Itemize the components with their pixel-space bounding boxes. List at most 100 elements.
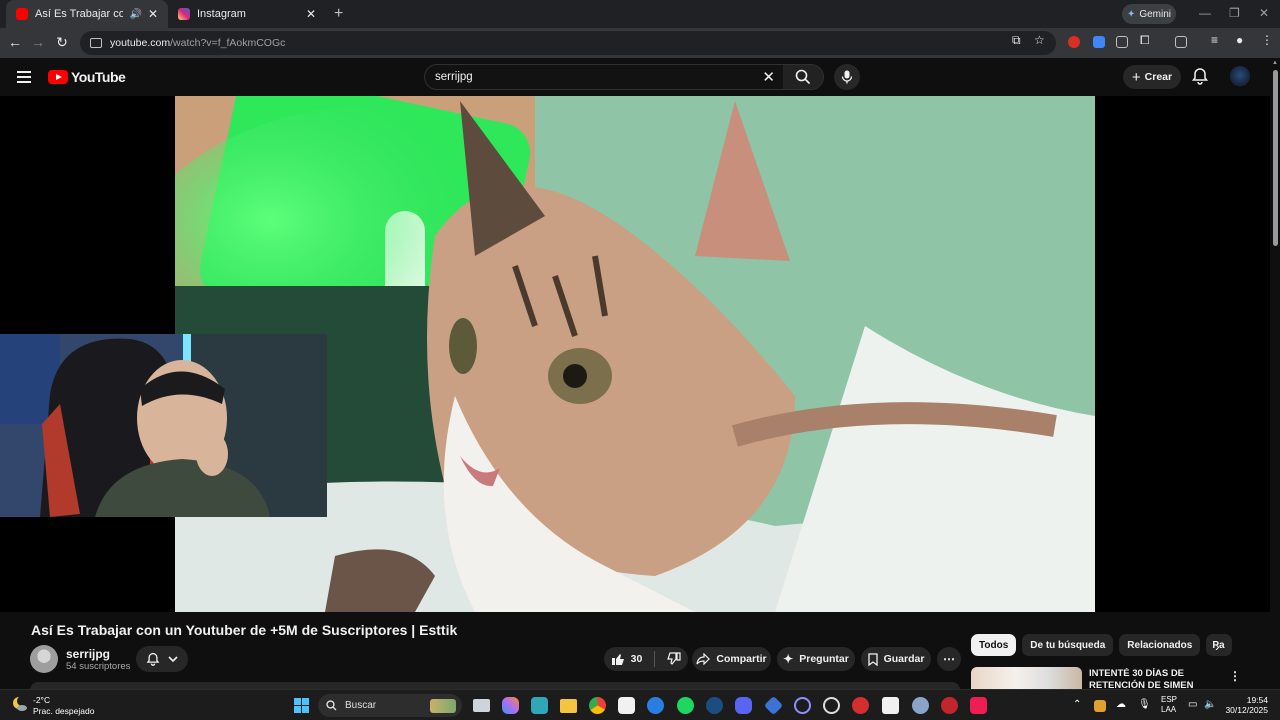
address-bar[interactable]: youtube.com/watch?v=f_fAokmCOGc xyxy=(80,31,1056,55)
menu-icon[interactable] xyxy=(17,71,31,83)
voice-search-button[interactable] xyxy=(834,64,860,90)
app-red-circle-icon[interactable] xyxy=(852,697,869,714)
app-blue-icon[interactable] xyxy=(647,697,664,714)
weather-moon-icon[interactable] xyxy=(12,696,28,712)
share-icon xyxy=(696,653,711,665)
webcam-overlay xyxy=(0,334,327,517)
onedrive-icon[interactable]: ☁ xyxy=(1116,699,1126,710)
browser-menu-icon[interactable]: ⋮ xyxy=(1261,33,1273,47)
bell-icon xyxy=(146,652,160,666)
channel-name[interactable]: serrijpg xyxy=(66,647,110,661)
extension-red-icon[interactable] xyxy=(1068,36,1080,48)
speaker-icon[interactable]: 🔊 xyxy=(129,9,141,20)
account-avatar[interactable] xyxy=(1230,66,1250,86)
microphone-icon[interactable]: 🎙 xyxy=(1138,699,1151,710)
share-button[interactable]: Compartir xyxy=(692,647,771,671)
bookmark-star-icon[interactable]: ☆ xyxy=(1034,33,1045,47)
youtube-wordmark: YouTube xyxy=(71,69,126,85)
tab-youtube[interactable]: Así Es Trabajar con un Youtube 🔊 ✕ xyxy=(6,0,168,28)
chip-de-tu-busqueda[interactable]: De tu búsqueda xyxy=(1022,634,1114,656)
reload-icon[interactable]: ↻ xyxy=(53,34,71,51)
system-clock[interactable]: 19:54 30/12/2025 xyxy=(1224,695,1268,715)
gemini-button[interactable]: ✦ Gemini xyxy=(1122,4,1176,24)
scrollbar-thumb[interactable] xyxy=(1273,70,1278,246)
channel-avatar[interactable] xyxy=(30,645,58,673)
reading-list-icon[interactable]: ≡ xyxy=(1211,33,1218,47)
spotify-icon[interactable] xyxy=(677,697,694,714)
taskbar-search[interactable]: Buscar xyxy=(318,694,462,717)
notifications-bell-icon[interactable] xyxy=(1191,67,1209,85)
extensions-puzzle-icon[interactable]: ⧠ xyxy=(1140,33,1150,48)
settings-gear-icon[interactable] xyxy=(912,697,929,714)
extension-blue-icon[interactable] xyxy=(1093,36,1105,48)
steam-icon[interactable] xyxy=(706,697,723,714)
page-scrollbar[interactable]: ▲ xyxy=(1271,58,1280,688)
language-indicator[interactable]: ESP LAA xyxy=(1161,695,1177,715)
search-input[interactable]: serrijpg xyxy=(435,71,473,83)
split-view-icon[interactable] xyxy=(1175,36,1187,48)
chip-relacionados[interactable]: Relacionados xyxy=(1119,634,1201,656)
app-red-icon-2[interactable] xyxy=(941,697,958,714)
recommended-video-thumbnail[interactable] xyxy=(971,667,1082,689)
chevron-right-icon[interactable]: › xyxy=(1215,638,1220,654)
video-player[interactable] xyxy=(0,96,1270,612)
ask-button[interactable]: ✦ Preguntar xyxy=(777,647,855,671)
task-view-icon[interactable] xyxy=(473,699,490,712)
gemini-label: Gemini xyxy=(1139,8,1172,20)
new-tab-button[interactable]: + xyxy=(326,0,351,28)
search-icon xyxy=(326,700,337,711)
chrome-icon[interactable] xyxy=(589,697,606,714)
clear-search-icon[interactable]: ✕ xyxy=(762,68,775,86)
forward-icon[interactable]: → xyxy=(29,34,47,50)
restore-icon[interactable]: ❐ xyxy=(1229,6,1240,20)
tab-title: Así Es Trabajar con un Youtube xyxy=(35,8,124,20)
create-label: Crear xyxy=(1144,71,1173,83)
tray-app-icon[interactable] xyxy=(1094,700,1106,712)
youtube-play-icon xyxy=(48,70,68,84)
profile-icon[interactable]: ● xyxy=(1236,33,1243,47)
minimize-icon[interactable]: — xyxy=(1199,6,1211,20)
related-filter-chips: Todos De tu búsqueda Relacionados Pa xyxy=(971,634,1233,656)
network-icon[interactable]: ▭ xyxy=(1188,699,1197,710)
app-diamond-icon[interactable] xyxy=(763,695,784,716)
more-actions-button[interactable]: ⋯ xyxy=(937,647,961,671)
search-button[interactable] xyxy=(783,65,823,89)
app-window-icon[interactable] xyxy=(882,697,899,714)
windows-start-icon[interactable] xyxy=(294,698,309,713)
copilot-icon[interactable] xyxy=(502,697,519,714)
tab-instagram[interactable]: Instagram ✕ xyxy=(168,0,326,28)
scroll-up-icon[interactable]: ▲ xyxy=(1272,60,1278,66)
site-info-icon[interactable] xyxy=(90,38,102,48)
close-icon[interactable]: ✕ xyxy=(306,7,316,21)
back-icon[interactable]: ← xyxy=(6,34,24,50)
weather-temperature: -2°C xyxy=(33,695,51,705)
windows-taskbar: -2°C Prac. despejado Buscar ⌃ ☁ 🎙 ESP LA… xyxy=(0,689,1280,720)
discord-icon[interactable] xyxy=(735,697,752,714)
capcut-icon[interactable] xyxy=(618,697,635,714)
obs-icon[interactable] xyxy=(823,697,840,714)
channel-subscriber-count: 54 suscriptores xyxy=(66,661,131,672)
file-explorer-icon[interactable] xyxy=(560,699,577,713)
subscription-notifications-button[interactable] xyxy=(136,646,188,672)
thumbs-down-icon[interactable] xyxy=(667,652,681,666)
chip-todos[interactable]: Todos xyxy=(971,634,1017,656)
like-divider xyxy=(654,651,656,667)
extension-gray-icon[interactable] xyxy=(1116,36,1128,48)
window-close-icon[interactable]: ✕ xyxy=(1259,6,1269,20)
microphone-icon xyxy=(841,70,853,84)
tiktok-icon[interactable] xyxy=(970,697,987,714)
widgets-icon[interactable] xyxy=(531,697,548,714)
create-button[interactable]: + Crear xyxy=(1123,65,1181,89)
search-box[interactable]: serrijpg ✕ xyxy=(424,64,824,90)
youtube-logo[interactable]: YouTube xyxy=(48,69,126,85)
close-icon[interactable]: ✕ xyxy=(148,7,158,21)
more-vertical-icon[interactable]: ⋮ xyxy=(1229,669,1241,683)
recommended-video-title[interactable]: INTENTÉ 30 DÍAS DE RETENCIÓN DE SIMEN xyxy=(1089,668,1209,689)
chevron-up-icon[interactable]: ⌃ xyxy=(1073,699,1081,710)
cast-icon[interactable]: ⧉ xyxy=(1012,33,1021,48)
save-button[interactable]: Guardar xyxy=(861,647,931,671)
app-circle-icon[interactable] xyxy=(794,697,811,714)
tab-title: Instagram xyxy=(197,8,246,20)
volume-icon[interactable]: 🔈 xyxy=(1204,699,1216,710)
like-button[interactable]: 30 xyxy=(611,652,642,666)
